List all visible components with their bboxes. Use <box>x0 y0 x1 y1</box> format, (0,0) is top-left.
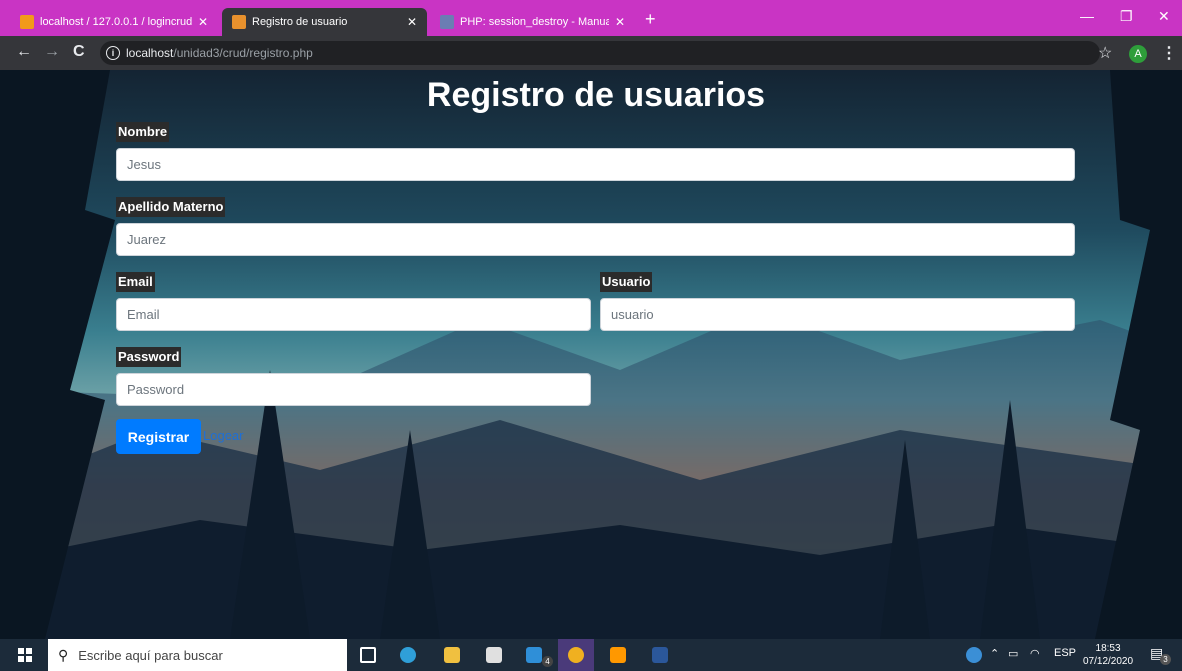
minimize-icon[interactable]: — <box>1080 8 1094 24</box>
php-icon <box>440 15 454 29</box>
close-tab-icon[interactable]: ✕ <box>615 15 625 29</box>
email-label: Email <box>116 272 155 292</box>
tab-php-manual[interactable]: PHP: session_destroy - Manual ✕ <box>430 8 635 36</box>
close-tab-icon[interactable]: ✕ <box>198 15 208 29</box>
address-bar[interactable]: i localhost /unidad3/crud/registro.php <box>100 41 1100 65</box>
usuario-input[interactable]: usuario <box>600 298 1075 331</box>
windows-start-icon[interactable] <box>18 648 32 662</box>
mail-badge: 4 <box>542 656 553 667</box>
windows-taskbar: ⚲ Escribe aquí para buscar 4 ⌃ ▭ ◠ ESP 1… <box>0 639 1182 671</box>
url-path: /unidad3/crud/registro.php <box>173 46 313 60</box>
usuario-label: Usuario <box>600 272 653 292</box>
store-icon[interactable] <box>486 647 502 663</box>
password-input[interactable]: Password <box>116 373 591 406</box>
tab-registro[interactable]: Registro de usuario ✕ <box>222 8 427 36</box>
reload-icon[interactable]: C <box>73 44 85 60</box>
bookmark-star-icon[interactable]: ☆ <box>1098 43 1112 63</box>
task-view-icon[interactable] <box>360 647 376 663</box>
page-favicon-icon <box>232 15 246 29</box>
apellido-input[interactable]: Juarez <box>116 223 1075 256</box>
email-input[interactable]: Email <box>116 298 591 331</box>
url-host: localhost <box>126 46 174 60</box>
close-tab-icon[interactable]: ✕ <box>407 15 417 29</box>
taskbar-search-box[interactable]: ⚲ Escribe aquí para buscar <box>48 639 347 671</box>
browser-toolbar: ← → C i localhost /unidad3/crud/registro… <box>0 36 1182 70</box>
close-window-icon[interactable]: ✕ <box>1158 8 1170 25</box>
logear-link[interactable]: Logear <box>203 428 243 443</box>
browser-tab-strip: localhost / 127.0.0.1 / logincrud / ✕ Re… <box>0 0 1182 36</box>
site-info-icon[interactable]: i <box>106 46 120 60</box>
file-explorer-icon[interactable] <box>444 647 460 663</box>
profile-avatar[interactable]: A <box>1129 45 1147 63</box>
mail-icon[interactable] <box>526 647 542 663</box>
tab-title: localhost / 127.0.0.1 / logincrud / <box>40 16 192 28</box>
registrar-button[interactable]: Registrar <box>116 419 201 454</box>
page-content: Registro de usuarios Nombre Jesus Apelli… <box>0 70 1182 639</box>
restore-icon[interactable]: ❐ <box>1120 8 1133 25</box>
phpmyadmin-icon <box>20 15 34 29</box>
help-icon[interactable] <box>966 647 982 663</box>
search-placeholder: Escribe aquí para buscar <box>78 647 223 663</box>
back-icon[interactable]: ← <box>16 44 32 60</box>
system-clock[interactable]: 18:53 07/12/2020 <box>1083 642 1133 668</box>
notification-badge: 3 <box>1160 654 1171 665</box>
browser-menu-icon[interactable]: ⋮ <box>1161 43 1177 63</box>
word-icon[interactable] <box>652 647 668 663</box>
tab-title: Registro de usuario <box>252 16 348 28</box>
nombre-label: Nombre <box>116 122 170 142</box>
forward-icon[interactable]: → <box>44 44 60 60</box>
nombre-input[interactable]: Jesus <box>116 148 1075 181</box>
search-icon: ⚲ <box>58 646 69 663</box>
chrome-icon[interactable] <box>568 647 584 663</box>
clock-time: 18:53 <box>1095 643 1121 654</box>
language-indicator[interactable]: ESP <box>1054 647 1076 659</box>
password-label: Password <box>116 347 182 367</box>
battery-icon[interactable]: ▭ <box>1008 647 1018 660</box>
edge-icon[interactable] <box>400 647 416 663</box>
new-tab-button[interactable]: + <box>645 10 656 28</box>
show-hidden-icons-icon[interactable]: ⌃ <box>990 647 999 660</box>
apellido-label: Apellido Materno <box>116 197 226 217</box>
clock-date: 07/12/2020 <box>1083 656 1134 667</box>
page-title: Registro de usuarios <box>426 76 766 114</box>
tab-title: PHP: session_destroy - Manual <box>460 16 609 28</box>
sublime-text-icon[interactable] <box>610 647 626 663</box>
wifi-icon[interactable]: ◠ <box>1030 647 1040 660</box>
tab-phpmyadmin[interactable]: localhost / 127.0.0.1 / logincrud / ✕ <box>10 8 218 36</box>
